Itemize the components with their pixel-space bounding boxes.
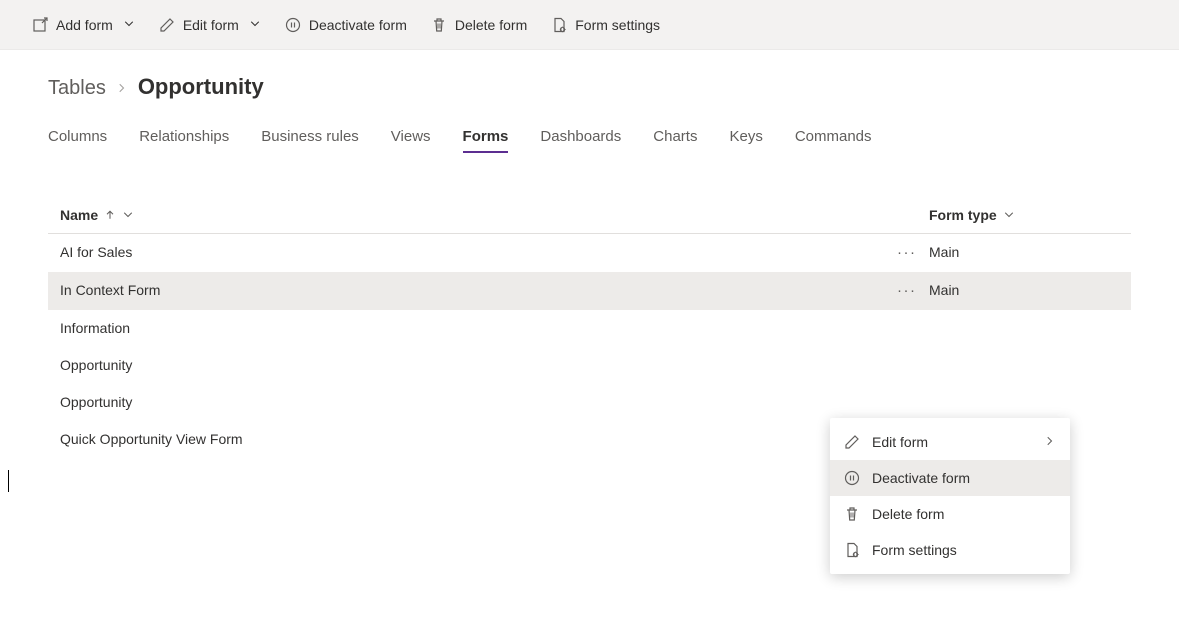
menu-edit-form[interactable]: Edit form — [830, 424, 1070, 460]
table-row[interactable]: Information — [48, 310, 1131, 347]
column-header-form-type-label: Form type — [929, 207, 997, 223]
row-form-type — [929, 357, 1119, 373]
row-name: In Context Form — [60, 282, 897, 299]
row-form-type — [929, 394, 1119, 410]
add-form-icon — [32, 17, 48, 33]
menu-delete-form-label: Delete form — [872, 506, 944, 522]
edit-form-label: Edit form — [183, 17, 239, 33]
chevron-down-icon — [122, 209, 134, 221]
breadcrumb-current: Opportunity — [138, 74, 264, 100]
column-header-name[interactable]: Name — [60, 207, 897, 223]
deactivate-form-label: Deactivate form — [309, 17, 407, 33]
row-more-actions[interactable]: ··· — [897, 244, 929, 261]
row-name: Information — [60, 320, 897, 336]
page-gear-icon — [844, 542, 860, 558]
deactivate-form-button[interactable]: Deactivate form — [285, 17, 407, 33]
menu-form-settings-label: Form settings — [872, 542, 957, 558]
tab-columns[interactable]: Columns — [48, 128, 107, 153]
tab-relationships[interactable]: Relationships — [139, 128, 229, 153]
form-settings-button[interactable]: Form settings — [551, 17, 660, 33]
row-context-menu: Edit form Deactivate form Delete form Fo… — [830, 418, 1070, 574]
column-header-form-type[interactable]: Form type — [929, 207, 1119, 223]
pause-circle-icon — [844, 470, 860, 486]
row-form-type — [929, 320, 1119, 336]
delete-form-button[interactable]: Delete form — [431, 17, 527, 33]
table-row[interactable]: Opportunity — [48, 347, 1131, 384]
sort-ascending-icon — [104, 209, 116, 221]
menu-edit-form-label: Edit form — [872, 434, 928, 450]
form-settings-label: Form settings — [575, 17, 660, 33]
page-gear-icon — [551, 17, 567, 33]
tab-forms[interactable]: Forms — [463, 128, 509, 153]
tab-commands[interactable]: Commands — [795, 128, 872, 153]
tab-charts[interactable]: Charts — [653, 128, 697, 153]
row-form-type: Main — [929, 282, 1119, 299]
chevron-right-icon — [116, 81, 128, 99]
row-more-actions — [897, 357, 929, 373]
pencil-icon — [844, 434, 860, 450]
row-form-type: Main — [929, 244, 1119, 261]
row-more-actions[interactable]: ··· — [897, 282, 929, 299]
table-row[interactable]: AI for Sales···Main — [48, 234, 1131, 272]
row-name: Opportunity — [60, 394, 897, 410]
menu-delete-form[interactable]: Delete form — [830, 496, 1070, 532]
chevron-down-icon — [1003, 209, 1015, 221]
chevron-down-icon — [249, 17, 261, 33]
edit-form-button[interactable]: Edit form — [159, 17, 261, 33]
table-row[interactable]: In Context Form···Main — [48, 272, 1131, 310]
table-row[interactable]: Opportunity — [48, 384, 1131, 421]
text-cursor — [8, 470, 9, 492]
table-header: Name Form type — [48, 199, 1131, 234]
chevron-down-icon — [123, 17, 135, 33]
menu-deactivate-form[interactable]: Deactivate form — [830, 460, 1070, 496]
add-form-label: Add form — [56, 17, 113, 33]
delete-form-label: Delete form — [455, 17, 527, 33]
row-name: AI for Sales — [60, 244, 897, 261]
trash-icon — [844, 506, 860, 522]
tabs: Columns Relationships Business rules Views F… — [48, 128, 1131, 153]
breadcrumb-root[interactable]: Tables — [48, 77, 106, 100]
tab-business-rules[interactable]: Business rules — [261, 128, 359, 153]
command-bar: Add form Edit form Deactivate form Delet… — [0, 0, 1179, 50]
tab-keys[interactable]: Keys — [729, 128, 762, 153]
page-content: Tables Opportunity Columns Relationships B… — [0, 50, 1179, 498]
add-form-button[interactable]: Add form — [32, 17, 135, 33]
chevron-right-icon — [1044, 434, 1056, 450]
column-header-name-label: Name — [60, 207, 98, 223]
menu-deactivate-form-label: Deactivate form — [872, 470, 970, 486]
row-more-actions — [897, 320, 929, 336]
breadcrumb: Tables Opportunity — [48, 74, 1131, 100]
menu-form-settings[interactable]: Form settings — [830, 532, 1070, 568]
row-name: Opportunity — [60, 357, 897, 373]
trash-icon — [431, 17, 447, 33]
row-more-actions — [897, 394, 929, 410]
tab-dashboards[interactable]: Dashboards — [540, 128, 621, 153]
row-name: Quick Opportunity View Form — [60, 431, 897, 447]
pencil-icon — [159, 17, 175, 33]
pause-circle-icon — [285, 17, 301, 33]
tab-views[interactable]: Views — [391, 128, 431, 153]
